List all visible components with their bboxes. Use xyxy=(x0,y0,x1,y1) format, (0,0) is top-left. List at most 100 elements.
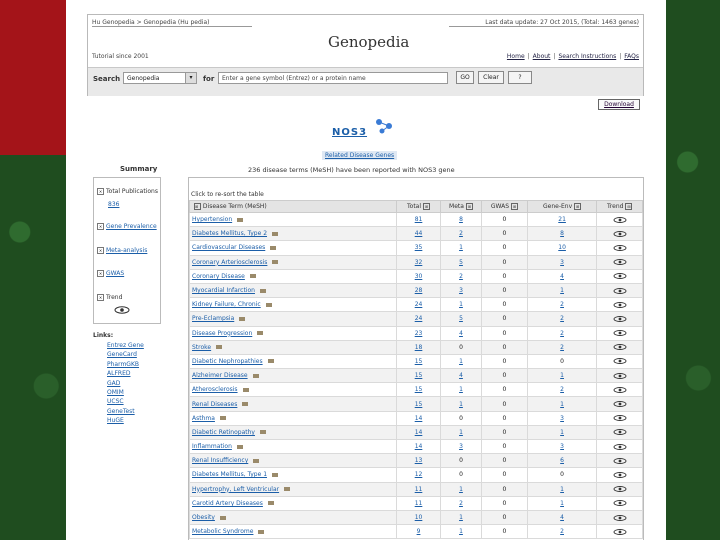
disease-term-link[interactable]: Renal Insufficiency xyxy=(188,453,398,469)
col-meta[interactable]: Meta ⊞ xyxy=(439,200,483,213)
disease-term-link[interactable]: Diabetes Mellitus, Type 2 xyxy=(188,226,398,242)
total-count[interactable]: 24 xyxy=(396,311,441,327)
trend-eye-icon[interactable] xyxy=(613,486,627,493)
trend-eye-icon[interactable] xyxy=(613,528,627,535)
pubmed-icon[interactable] xyxy=(242,402,249,407)
pubmed-icon[interactable] xyxy=(252,373,259,378)
trend-eye-icon[interactable] xyxy=(613,259,627,266)
meta-count[interactable]: 2 xyxy=(439,226,483,242)
disease-term-link[interactable]: Alzheimer Disease xyxy=(188,368,398,384)
clear-button[interactable]: Clear xyxy=(478,71,504,84)
pubmed-icon[interactable] xyxy=(270,245,277,250)
pubmed-icon[interactable] xyxy=(265,302,272,307)
total-count[interactable]: 10 xyxy=(396,509,441,526)
gene-env-count[interactable]: 6 xyxy=(526,453,598,469)
go-button[interactable]: GO xyxy=(456,71,474,84)
gene-env-count[interactable]: 4 xyxy=(526,509,598,526)
pubmed-icon[interactable] xyxy=(219,515,226,520)
col-trend[interactable]: Trend ⊞ xyxy=(596,200,643,213)
disease-term-link[interactable]: Disease Progression xyxy=(188,325,398,341)
gene-env-count[interactable]: 1 xyxy=(526,368,598,384)
total-count[interactable]: 9 xyxy=(396,524,441,540)
pubmed-icon[interactable] xyxy=(259,288,266,293)
pubmed-icon[interactable] xyxy=(237,217,244,222)
gene-env-count[interactable]: 1 xyxy=(526,495,598,511)
gene-env-count[interactable]: 2 xyxy=(526,311,598,327)
total-count[interactable]: 28 xyxy=(396,282,441,299)
disease-term-link[interactable]: Diabetic Retinopathy xyxy=(188,424,398,441)
total-count[interactable]: 14 xyxy=(396,438,441,455)
total-count[interactable]: 11 xyxy=(396,481,441,497)
disease-term-link[interactable]: Coronary Arteriosclerosis xyxy=(188,254,398,270)
trend-eye-icon[interactable] xyxy=(613,443,627,450)
disease-term-link[interactable]: Metabolic Syndrome xyxy=(188,524,398,540)
pubmed-icon[interactable] xyxy=(242,387,249,392)
total-count[interactable]: 15 xyxy=(396,368,441,384)
gene-env-count[interactable]: 2 xyxy=(526,339,598,355)
disease-term-link[interactable]: Stroke xyxy=(188,339,398,355)
gene-env-count[interactable]: 3 xyxy=(526,438,598,455)
summary-item[interactable]: ✕ Total Publications xyxy=(97,188,158,196)
gene-env-count[interactable]: 3 xyxy=(526,254,598,270)
gene-env-count[interactable]: 1 xyxy=(526,282,598,299)
trend-eye-icon[interactable] xyxy=(613,372,627,379)
summary-item[interactable]: ✕ Gene Prevalence xyxy=(97,223,157,231)
sort-icon[interactable]: ⊞ xyxy=(574,203,582,210)
disease-term-link[interactable]: Asthma xyxy=(188,410,398,426)
trend-eye-icon[interactable] xyxy=(114,306,130,314)
total-count[interactable]: 23 xyxy=(396,325,441,341)
trend-eye-icon[interactable] xyxy=(613,514,627,521)
gene-env-count[interactable]: 2 xyxy=(526,382,598,398)
col-gwas[interactable]: GWAS ⊞ xyxy=(481,200,528,213)
total-publications-count[interactable]: 836 xyxy=(108,201,119,209)
col-gene-env[interactable]: Gene-Env ⊞ xyxy=(526,200,598,213)
disease-term-link[interactable]: Kidney Failure, Chronic xyxy=(188,297,398,313)
link-alfred[interactable]: ALFRED xyxy=(107,369,144,378)
link-ucsc[interactable]: UCSC xyxy=(107,397,144,406)
link-omim[interactable]: OMIM xyxy=(107,388,144,397)
pubmed-icon[interactable] xyxy=(272,231,279,236)
trend-eye-icon[interactable] xyxy=(613,245,627,251)
meta-count[interactable]: 2 xyxy=(439,268,483,284)
meta-count[interactable]: 8 xyxy=(439,211,483,228)
total-count[interactable]: 15 xyxy=(396,353,441,370)
gene-env-count[interactable]: 10 xyxy=(526,240,598,256)
trend-eye-icon[interactable] xyxy=(613,216,627,223)
link-gad[interactable]: GAD xyxy=(107,379,144,388)
pubmed-icon[interactable] xyxy=(236,444,243,449)
trend-eye-icon[interactable] xyxy=(613,358,627,365)
nav-search-instructions-link[interactable]: Search Instructions xyxy=(558,53,616,60)
disease-term-link[interactable]: Pre-Eclampsia xyxy=(188,311,398,327)
trend-eye-icon[interactable] xyxy=(613,330,627,337)
pubmed-icon[interactable] xyxy=(253,458,260,463)
disease-term-link[interactable]: Carotid Artery Diseases xyxy=(188,495,398,511)
total-count[interactable]: 81 xyxy=(396,211,441,228)
total-count[interactable]: 11 xyxy=(396,495,441,511)
disease-term-link[interactable]: Inflammation xyxy=(188,438,398,455)
search-input[interactable]: Enter a gene symbol (Entrez) or a protei… xyxy=(218,72,448,84)
disease-term-link[interactable]: Cardiovascular Diseases xyxy=(188,240,398,256)
meta-count[interactable]: 5 xyxy=(439,311,483,327)
pubmed-icon[interactable] xyxy=(249,274,256,279)
trend-eye-icon[interactable] xyxy=(613,386,627,393)
help-button[interactable]: ? xyxy=(508,71,532,84)
meta-count[interactable]: 1 xyxy=(439,353,483,370)
gene-env-count[interactable]: 2 xyxy=(526,297,598,313)
nav-faqs-link[interactable]: FAQs xyxy=(624,53,639,60)
link-huge[interactable]: HuGE xyxy=(107,416,144,425)
gene-env-count[interactable]: 8 xyxy=(526,226,598,242)
sort-icon[interactable]: ⊞ xyxy=(194,203,201,210)
trend-eye-icon[interactable] xyxy=(613,472,627,478)
link-pharmgkb[interactable]: PharmGKB xyxy=(107,360,144,369)
pubmed-icon[interactable] xyxy=(219,416,226,421)
disease-term-link[interactable]: Diabetes Mellitus, Type 1 xyxy=(188,467,398,483)
disease-term-link[interactable]: Obesity xyxy=(188,509,398,526)
total-count[interactable]: 15 xyxy=(396,382,441,398)
summary-item[interactable]: ✕ Trend xyxy=(97,294,122,302)
pubmed-icon[interactable] xyxy=(284,487,291,492)
trend-eye-icon[interactable] xyxy=(613,415,627,422)
disease-term-link[interactable]: Hypertension xyxy=(188,211,398,228)
database-select[interactable]: Genopedia ▾ xyxy=(123,72,197,84)
disease-term-link[interactable]: Myocardial Infarction xyxy=(188,282,398,299)
total-count[interactable]: 44 xyxy=(396,226,441,242)
